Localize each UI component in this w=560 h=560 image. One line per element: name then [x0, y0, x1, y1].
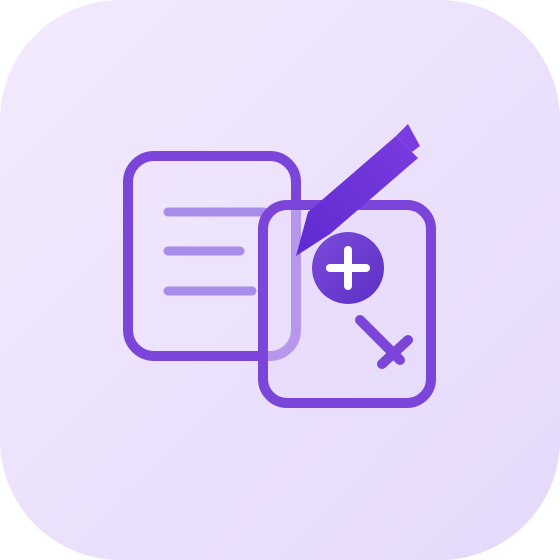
- plus-circle-icon: [312, 232, 384, 304]
- app-icon[interactable]: [0, 0, 560, 560]
- app-icon-graphic: [0, 0, 560, 560]
